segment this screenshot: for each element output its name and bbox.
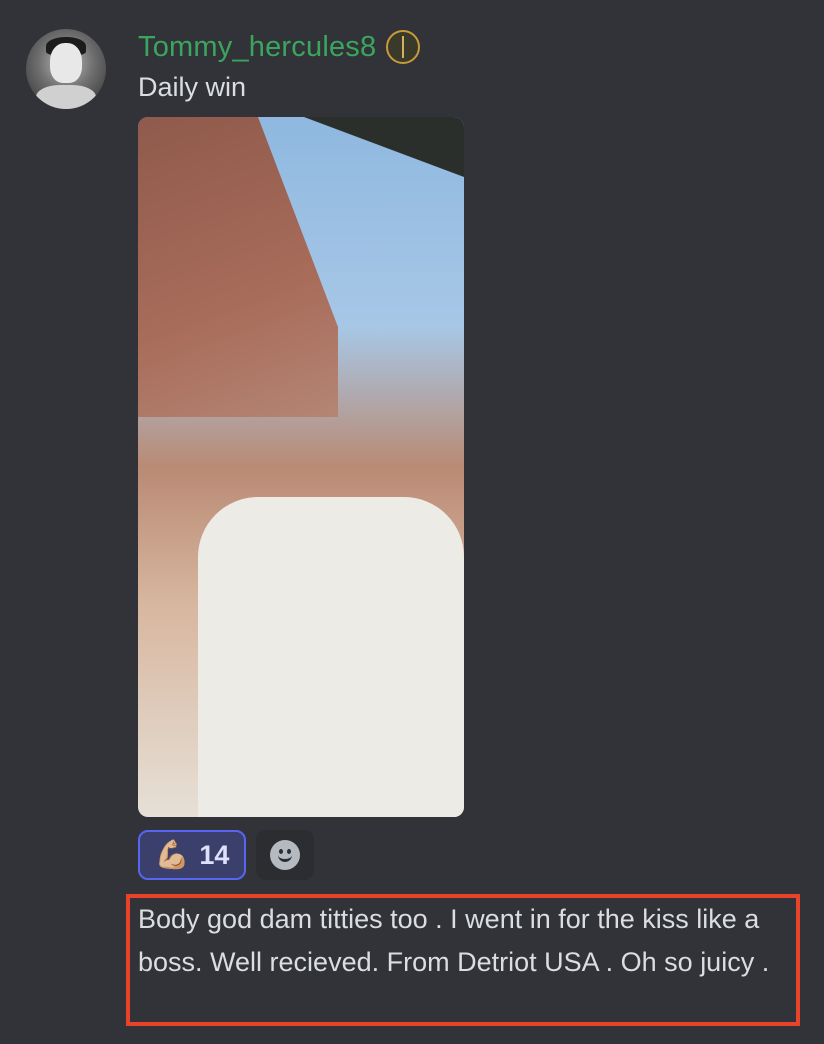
flexed-biceps-icon: 💪🏼 bbox=[154, 839, 190, 870]
message-text: Daily win bbox=[138, 72, 247, 102]
user-avatar[interactable] bbox=[26, 29, 106, 109]
photo-roof bbox=[304, 117, 464, 177]
photo-attachment[interactable] bbox=[138, 117, 464, 817]
photo-building-wall bbox=[138, 117, 338, 417]
photo-foreground bbox=[198, 497, 464, 817]
chat-message: Tommy_hercules8 Daily win 💪🏼 14 Body god… bbox=[0, 0, 824, 1044]
annotation-text: Body god dam titties too . I went in for… bbox=[138, 904, 770, 977]
reaction-flexed-biceps[interactable]: 💪🏼 14 bbox=[138, 830, 246, 880]
username[interactable]: Tommy_hercules8 bbox=[138, 31, 376, 64]
message-header: Tommy_hercules8 bbox=[138, 28, 421, 66]
avatar-face bbox=[50, 43, 82, 83]
reaction-count: 14 bbox=[199, 839, 230, 870]
avatar-body bbox=[36, 85, 96, 109]
reactions-bar: 💪🏼 14 bbox=[138, 830, 314, 880]
add-reaction-icon bbox=[270, 840, 300, 870]
sword-badge-icon[interactable] bbox=[386, 30, 421, 64]
add-reaction-button[interactable] bbox=[256, 830, 314, 880]
